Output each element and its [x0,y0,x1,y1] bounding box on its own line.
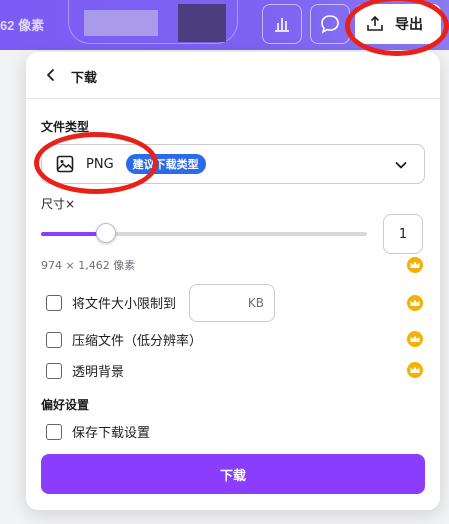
crown-icon [407,362,423,378]
comment-button[interactable] [310,4,350,44]
download-panel: 下载 文件类型 PNG 建议下载类型 尺寸× 1 974 × 1,462 像素 … [26,52,440,510]
compress-label: 压缩文件（低分辨率） [72,334,203,349]
download-button[interactable]: 下载 [41,454,425,494]
recommended-badge: 建议下载类型 [125,154,206,174]
upload-icon [367,15,383,31]
file-size-input[interactable]: KB [189,284,275,322]
dimensions-text: 974 × 1,462 像素 [41,259,136,272]
scale-input[interactable]: 1 [383,214,423,254]
chevron-down-icon [395,162,407,169]
save-settings-option[interactable]: 保存下载设置 [46,422,150,441]
slider-thumb[interactable] [96,223,116,243]
crown-icon [407,331,423,347]
back-arrow-icon[interactable] [42,66,60,84]
limit-size-option[interactable]: 将文件大小限制到 [46,293,176,312]
limit-size-label: 将文件大小限制到 [72,297,177,312]
bar-chart-icon [275,18,289,32]
comment-icon [321,15,339,34]
top-toolbar: 62 像素 导出 [0,0,449,50]
export-button[interactable]: 导出 [355,4,441,44]
panel-header: 下载 [26,52,440,99]
compress-option[interactable]: 压缩文件（低分辨率） [46,330,202,349]
preferences-label: 偏好设置 [41,398,90,412]
size-label: 尺寸× [41,197,76,211]
crown-icon [407,257,423,273]
save-settings-checkbox[interactable] [46,423,62,440]
limit-size-checkbox[interactable] [46,294,62,311]
transparent-bg-checkbox[interactable] [46,362,62,379]
pixel-size-label: 62 像素 [0,18,45,33]
file-type-label: 文件类型 [41,120,90,134]
size-slider[interactable] [41,223,367,243]
file-type-value: PNG [86,156,114,172]
crown-icon [407,295,423,311]
transparent-bg-option[interactable]: 透明背景 [46,361,124,380]
compress-checkbox[interactable] [46,331,62,348]
blurred-avatar [178,4,226,42]
blurred-region [84,10,158,36]
image-icon [56,155,74,173]
export-label: 导出 [395,17,423,33]
panel-title: 下载 [71,71,98,86]
insights-button[interactable] [262,4,302,44]
file-type-select[interactable]: PNG 建议下载类型 [41,144,425,184]
transparent-bg-label: 透明背景 [72,365,125,380]
save-settings-label: 保存下载设置 [72,426,151,441]
